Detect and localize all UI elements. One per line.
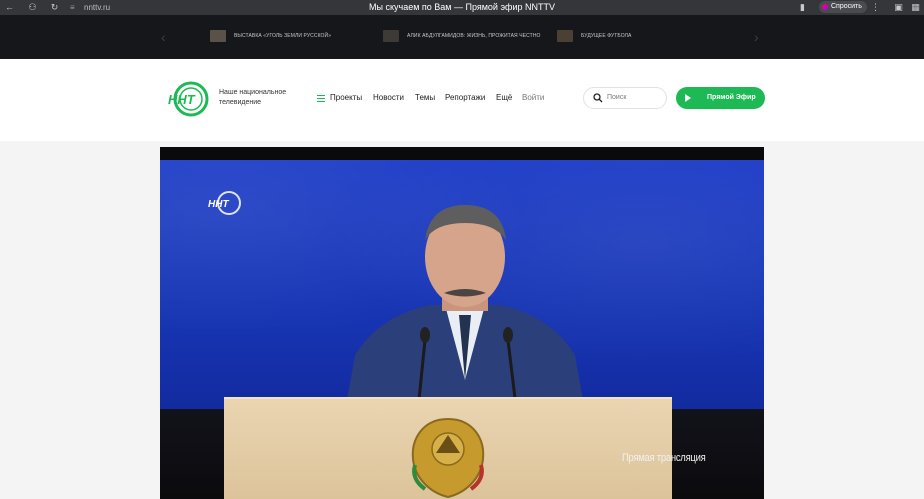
ticker-item-label: ВЫСТАВКА «УГОЛЬ ЗЕМЛИ РУССКОЙ» bbox=[234, 33, 332, 39]
play-icon bbox=[685, 94, 691, 102]
search-input[interactable]: Поиск bbox=[583, 87, 667, 109]
screenshot-icon[interactable]: ▣ bbox=[893, 2, 904, 13]
ticker-thumbnail bbox=[210, 30, 226, 42]
ticker-item[interactable]: БУДУЩЕЕ ФУТБОЛА bbox=[557, 28, 631, 44]
nav-news[interactable]: Новости bbox=[373, 93, 404, 103]
channel-watermark: ННТ bbox=[208, 191, 241, 215]
menu-icon[interactable]: ⋮ bbox=[870, 2, 881, 13]
ticker-thumbnail bbox=[557, 30, 573, 42]
ticker-item[interactable]: ВЫСТАВКА «УГОЛЬ ЗЕМЛИ РУССКОЙ» bbox=[210, 28, 331, 44]
nav-more[interactable]: Ещё bbox=[496, 93, 512, 103]
watermark-text: ННТ bbox=[208, 199, 229, 210]
ticker-item[interactable]: АЛИК АБДУЛГАМИДОВ: ЖИЗНЬ, ПРОЖИТАЯ ЧЕСТН… bbox=[383, 28, 541, 44]
nav-projects[interactable]: Проекты bbox=[330, 93, 362, 103]
chevron-left-icon[interactable]: ‹ bbox=[161, 30, 166, 44]
hamburger-icon[interactable] bbox=[317, 95, 325, 102]
nnt-logo[interactable]: ННТ bbox=[167, 80, 211, 118]
search-icon bbox=[593, 93, 603, 103]
browser-toolbar: ← ⚇ ↻ ≡ nnttv.ru Мы скучаем по Вам — Пря… bbox=[0, 0, 924, 15]
bookmark-icon[interactable]: ▮ bbox=[797, 2, 808, 13]
collections-icon[interactable]: ▦ bbox=[910, 2, 921, 13]
site-header: ННТ Наше национальное телевидение Проект… bbox=[0, 59, 924, 141]
nav-reports[interactable]: Репортажи bbox=[445, 93, 485, 103]
search-placeholder: Поиск bbox=[607, 94, 627, 101]
live-stream-button[interactable]: Прямой Эфир bbox=[676, 87, 765, 109]
ticker-item-label: АЛИК АБДУЛГАМИДОВ: ЖИЗНЬ, ПРОЖИТАЯ ЧЕСТН… bbox=[407, 33, 541, 39]
coat-of-arms-icon bbox=[411, 417, 485, 499]
ask-button[interactable]: Спросить bbox=[819, 1, 867, 13]
live-broadcast-caption: Прямая трансляция bbox=[622, 452, 706, 464]
ticker-item-label: БУДУЩЕЕ ФУТБОЛА bbox=[581, 33, 632, 39]
ticker-thumbnail bbox=[383, 30, 399, 42]
page-title: Мы скучаем по Вам — Прямой эфир NNTTV bbox=[369, 2, 555, 12]
news-ticker: ‹ ВЫСТАВКА «УГОЛЬ ЗЕМЛИ РУССКОЙ» АЛИК АБ… bbox=[0, 15, 924, 59]
nav-topics[interactable]: Темы bbox=[415, 93, 435, 103]
ask-label: Спросить bbox=[831, 3, 862, 10]
video-player[interactable]: ННТ Прямая трансляция bbox=[160, 147, 764, 499]
chevron-right-icon[interactable]: › bbox=[754, 30, 759, 44]
assistant-icon bbox=[822, 4, 828, 10]
live-button-label: Прямой Эфир bbox=[707, 94, 756, 101]
login-link[interactable]: Войти bbox=[522, 93, 544, 103]
logo-text: ННТ bbox=[168, 92, 196, 107]
site-slogan: Наше национальное телевидение bbox=[219, 89, 287, 106]
